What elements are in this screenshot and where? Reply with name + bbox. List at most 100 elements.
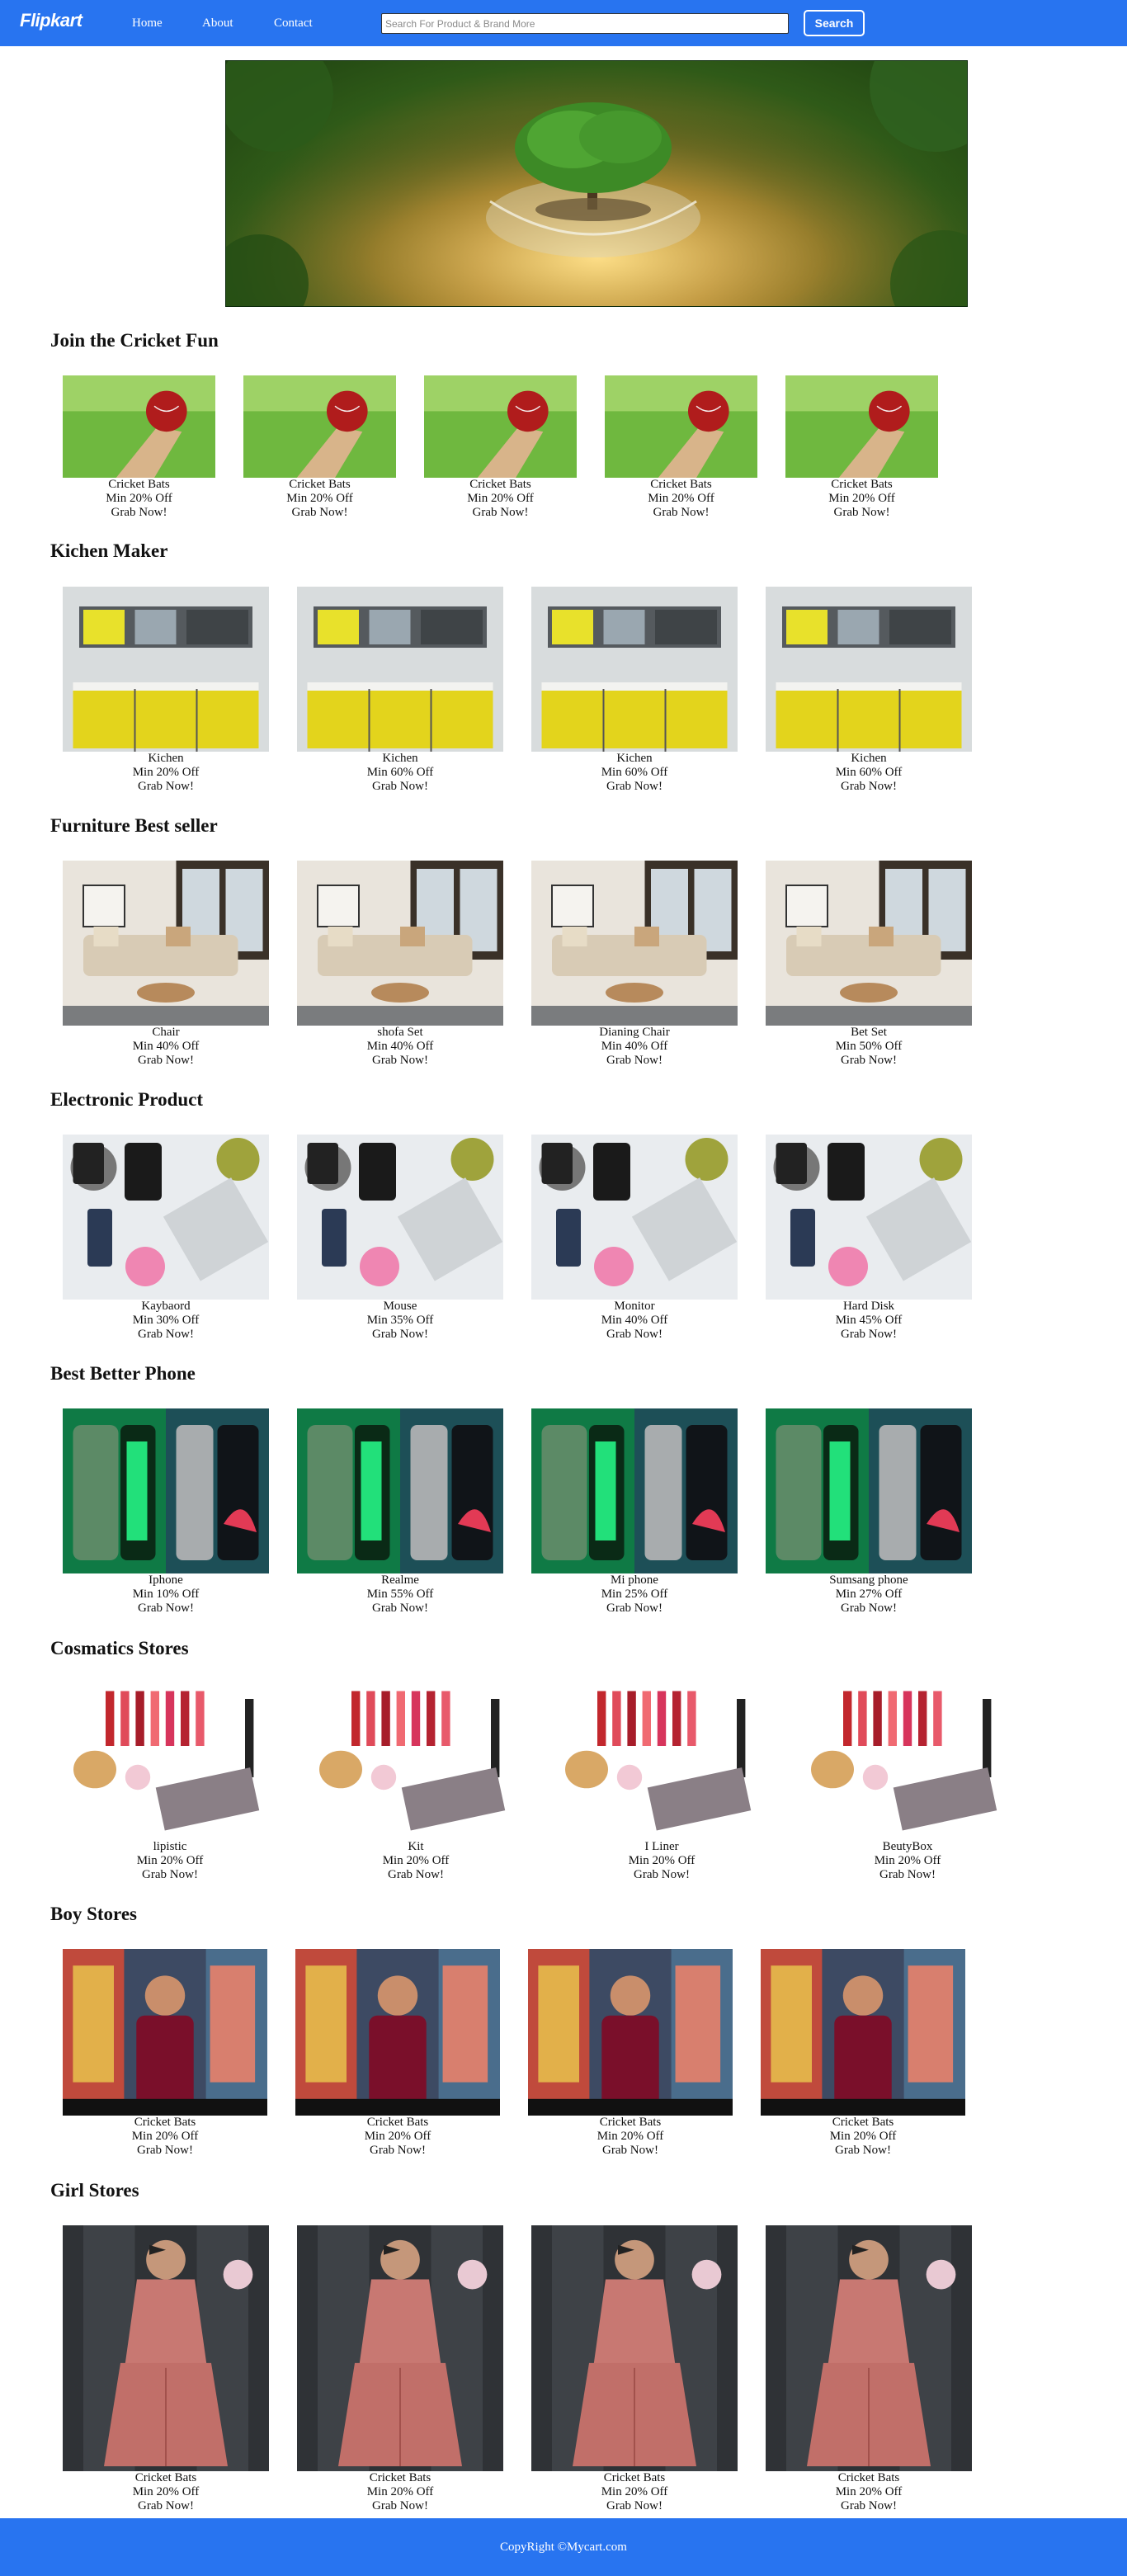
kitchen-image[interactable] (766, 587, 972, 752)
living-room-furniture-image[interactable] (766, 861, 972, 1026)
product-card[interactable]: Cricket Bats Min 20% Off Grab Now! (424, 375, 577, 520)
product-card[interactable]: Monitor Min 40% Off Grab Now! (531, 1135, 738, 1342)
grab-now-link[interactable]: Grab Now! (297, 1328, 503, 1342)
nav-link-contact[interactable]: Contact (274, 17, 313, 31)
boy-clothing-image[interactable] (63, 1949, 267, 2116)
girl-dress-image[interactable] (63, 2225, 269, 2471)
living-room-furniture-image[interactable] (297, 861, 503, 1026)
product-card[interactable]: Cricket Bats Min 20% Off Grab Now! (528, 1949, 733, 2158)
product-card[interactable]: Cricket Bats Min 20% Off Grab Now! (63, 1949, 267, 2158)
grab-now-link[interactable]: Grab Now! (295, 2144, 500, 2158)
grab-now-link[interactable]: Grab Now! (531, 2499, 738, 2513)
smartphones-image[interactable] (531, 1408, 738, 1573)
product-card[interactable]: Sumsang phone Min 27% Off Grab Now! (766, 1408, 972, 1616)
product-card[interactable]: Cricket Bats Min 20% Off Grab Now! (243, 375, 396, 520)
product-card[interactable]: Cricket Bats Min 20% Off Grab Now! (63, 2225, 269, 2513)
nav-link-about[interactable]: About (202, 17, 233, 31)
grab-now-link[interactable]: Grab Now! (309, 1868, 523, 1882)
girl-dress-image[interactable] (531, 2225, 738, 2471)
grab-now-link[interactable]: Grab Now! (766, 1328, 972, 1342)
product-card[interactable]: Cricket Bats Min 20% Off Grab Now! (297, 2225, 503, 2513)
cricket-bat-ball-image[interactable] (63, 375, 215, 478)
search-button[interactable]: Search (804, 10, 865, 36)
grab-now-link[interactable]: Grab Now! (63, 1602, 269, 1616)
product-card[interactable]: Dianing Chair Min 40% Off Grab Now! (531, 861, 738, 1068)
product-card[interactable]: Kit Min 20% Off Grab Now! (309, 1683, 523, 1882)
product-card[interactable]: shofa Set Min 40% Off Grab Now! (297, 861, 503, 1068)
grab-now-link[interactable]: Grab Now! (531, 1328, 738, 1342)
smartphones-image[interactable] (297, 1408, 503, 1573)
grab-now-link[interactable]: Grab Now! (63, 1054, 269, 1068)
electronics-flatlay-image[interactable] (297, 1135, 503, 1300)
kitchen-image[interactable] (297, 587, 503, 752)
grab-now-link[interactable]: Grab Now! (766, 1602, 972, 1616)
product-card[interactable]: Iphone Min 10% Off Grab Now! (63, 1408, 269, 1616)
grab-now-link[interactable]: Grab Now! (243, 506, 396, 520)
smartphones-image[interactable] (766, 1408, 972, 1573)
product-card[interactable]: lipistic Min 20% Off Grab Now! (63, 1683, 277, 1882)
product-card[interactable]: Mi phone Min 25% Off Grab Now! (531, 1408, 738, 1616)
cosmetics-image[interactable] (63, 1683, 277, 1840)
grab-now-link[interactable]: Grab Now! (554, 1868, 769, 1882)
grab-now-link[interactable]: Grab Now! (528, 2144, 733, 2158)
product-card[interactable]: Cricket Bats Min 20% Off Grab Now! (761, 1949, 965, 2158)
product-card[interactable]: Hard Disk Min 45% Off Grab Now! (766, 1135, 972, 1342)
grab-now-link[interactable]: Grab Now! (761, 2144, 965, 2158)
kitchen-image[interactable] (531, 587, 738, 752)
living-room-furniture-image[interactable] (63, 861, 269, 1026)
boy-clothing-image[interactable] (295, 1949, 500, 2116)
product-card[interactable]: BeutyBox Min 20% Off Grab Now! (800, 1683, 1015, 1882)
product-card[interactable]: Chair Min 40% Off Grab Now! (63, 861, 269, 1068)
grab-now-link[interactable]: Grab Now! (297, 780, 503, 794)
product-card[interactable]: Cricket Bats Min 20% Off Grab Now! (295, 1949, 500, 2158)
electronics-flatlay-image[interactable] (766, 1135, 972, 1300)
product-card[interactable]: Kichen Min 60% Off Grab Now! (297, 587, 503, 794)
product-card[interactable]: Bet Set Min 50% Off Grab Now! (766, 861, 972, 1068)
grab-now-link[interactable]: Grab Now! (531, 1054, 738, 1068)
product-card[interactable]: Mouse Min 35% Off Grab Now! (297, 1135, 503, 1342)
product-card[interactable]: Kichen Min 60% Off Grab Now! (531, 587, 738, 794)
kitchen-image[interactable] (63, 587, 269, 752)
living-room-furniture-image[interactable] (531, 861, 738, 1026)
boy-clothing-image[interactable] (528, 1949, 733, 2116)
product-card[interactable]: Cricket Bats Min 20% Off Grab Now! (605, 375, 757, 520)
grab-now-link[interactable]: Grab Now! (63, 2499, 269, 2513)
cricket-bat-ball-image[interactable] (605, 375, 757, 478)
product-card[interactable]: Cricket Bats Min 20% Off Grab Now! (531, 2225, 738, 2513)
product-card[interactable]: Kichen Min 20% Off Grab Now! (63, 587, 269, 794)
cosmetics-image[interactable] (554, 1683, 769, 1840)
grab-now-link[interactable]: Grab Now! (766, 2499, 972, 2513)
flipkart-logo[interactable]: Flipkart (20, 10, 83, 31)
girl-dress-image[interactable] (297, 2225, 503, 2471)
grab-now-link[interactable]: Grab Now! (297, 1602, 503, 1616)
grab-now-link[interactable]: Grab Now! (297, 1054, 503, 1068)
cricket-bat-ball-image[interactable] (785, 375, 938, 478)
grab-now-link[interactable]: Grab Now! (766, 780, 972, 794)
grab-now-link[interactable]: Grab Now! (63, 506, 215, 520)
grab-now-link[interactable]: Grab Now! (800, 1868, 1015, 1882)
product-card[interactable]: I Liner Min 20% Off Grab Now! (554, 1683, 769, 1882)
grab-now-link[interactable]: Grab Now! (531, 780, 738, 794)
grab-now-link[interactable]: Grab Now! (63, 1328, 269, 1342)
product-card[interactable]: Cricket Bats Min 20% Off Grab Now! (766, 2225, 972, 2513)
grab-now-link[interactable]: Grab Now! (424, 506, 577, 520)
girl-dress-image[interactable] (766, 2225, 972, 2471)
grab-now-link[interactable]: Grab Now! (63, 780, 269, 794)
grab-now-link[interactable]: Grab Now! (605, 506, 757, 520)
grab-now-link[interactable]: Grab Now! (63, 1868, 277, 1882)
cricket-bat-ball-image[interactable] (243, 375, 396, 478)
search-input[interactable] (381, 13, 789, 34)
electronics-flatlay-image[interactable] (531, 1135, 738, 1300)
grab-now-link[interactable]: Grab Now! (63, 2144, 267, 2158)
grab-now-link[interactable]: Grab Now! (297, 2499, 503, 2513)
grab-now-link[interactable]: Grab Now! (531, 1602, 738, 1616)
cricket-bat-ball-image[interactable] (424, 375, 577, 478)
cosmetics-image[interactable] (309, 1683, 523, 1840)
nav-link-home[interactable]: Home (132, 17, 163, 31)
product-card[interactable]: Realme Min 55% Off Grab Now! (297, 1408, 503, 1616)
boy-clothing-image[interactable] (761, 1949, 965, 2116)
grab-now-link[interactable]: Grab Now! (766, 1054, 972, 1068)
electronics-flatlay-image[interactable] (63, 1135, 269, 1300)
product-card[interactable]: Kaybaord Min 30% Off Grab Now! (63, 1135, 269, 1342)
smartphones-image[interactable] (63, 1408, 269, 1573)
